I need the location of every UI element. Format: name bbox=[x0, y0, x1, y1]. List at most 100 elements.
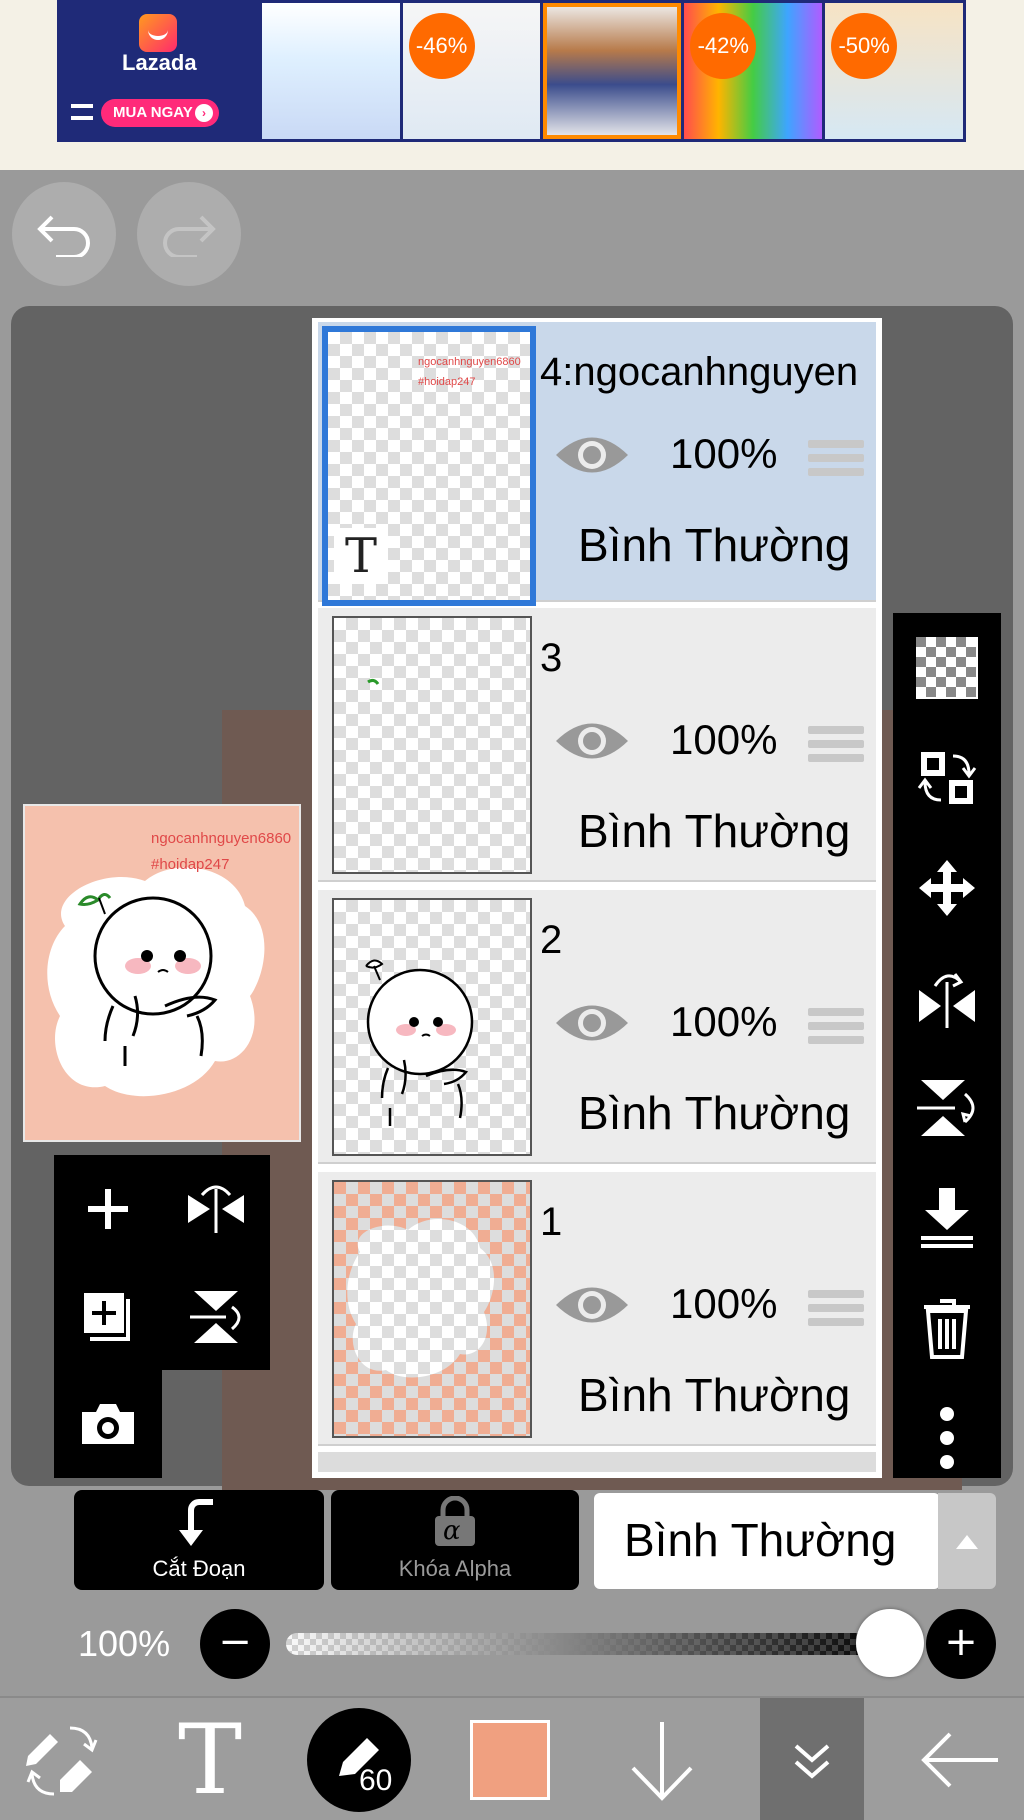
layer-opacity: 100% bbox=[670, 1280, 778, 1327]
flip-vertical-right-button[interactable] bbox=[893, 1053, 1001, 1163]
opacity-slider-knob[interactable] bbox=[856, 1609, 924, 1677]
camera-button[interactable] bbox=[54, 1370, 162, 1478]
camera-tool bbox=[54, 1370, 162, 1478]
current-color-swatch bbox=[470, 1720, 550, 1800]
undo-icon bbox=[37, 215, 90, 257]
layer-blend-mode: Bình Thường bbox=[578, 805, 851, 857]
layer-name: 1 bbox=[540, 1200, 563, 1244]
merge-down-button[interactable] bbox=[893, 1163, 1001, 1273]
more-options-button[interactable] bbox=[893, 1383, 1001, 1493]
text-tool-button[interactable]: T bbox=[160, 1698, 260, 1820]
layer-opacity: 100% bbox=[670, 998, 778, 1045]
layer-row[interactable]: 3 100% Bình Thường bbox=[318, 608, 876, 882]
chevron-right-icon: › bbox=[195, 104, 213, 122]
opacity-decrease-button[interactable]: − bbox=[200, 1609, 270, 1679]
discount-badge: -42% bbox=[690, 13, 757, 79]
drag-handle-icon[interactable] bbox=[808, 440, 864, 484]
ad-cta-label: MUA NGAY bbox=[113, 104, 193, 121]
visibility-eye-icon[interactable] bbox=[554, 718, 630, 764]
redo-icon bbox=[163, 215, 216, 257]
flip-horizontal-right-button[interactable] bbox=[893, 943, 1001, 1053]
alpha-lock-button[interactable]: α Khóa Alpha bbox=[331, 1490, 579, 1590]
lazada-logo[interactable]: Lazada MUA NGAY › bbox=[57, 0, 262, 142]
drag-handle-icon[interactable] bbox=[808, 1290, 864, 1334]
visibility-eye-icon[interactable] bbox=[554, 432, 630, 478]
ad-product-tile[interactable]: -46% bbox=[402, 3, 541, 139]
character-sketch bbox=[365, 959, 474, 1126]
flip-vertical-icon bbox=[917, 1080, 975, 1136]
move-icon bbox=[919, 860, 975, 916]
blend-mode-value: Bình Thường bbox=[624, 1514, 897, 1566]
merge-down-icon bbox=[921, 1188, 973, 1248]
watermark-hashtag: #hoidap247 bbox=[151, 856, 230, 873]
visibility-eye-icon[interactable] bbox=[554, 1000, 630, 1046]
ad-product-tile[interactable] bbox=[543, 3, 682, 139]
drag-handle-icon[interactable] bbox=[808, 1008, 864, 1052]
layer-thumbnail[interactable] bbox=[332, 898, 532, 1156]
brush-size: 60 bbox=[359, 1764, 393, 1797]
layer-blend-mode: Bình Thường bbox=[578, 519, 851, 571]
layer-thumb-text: ngocanhnguyen6860 bbox=[418, 356, 521, 368]
blend-mode-select[interactable]: Bình Thường bbox=[594, 1493, 940, 1589]
ad-product-tile[interactable]: -50% bbox=[825, 3, 963, 139]
visibility-eye-icon[interactable] bbox=[554, 1282, 630, 1328]
opacity-label: 100% bbox=[78, 1623, 171, 1664]
layer-tools-left bbox=[54, 1155, 270, 1370]
layer-row[interactable]: 2 100% Bình Thường bbox=[318, 890, 876, 1164]
plus-icon bbox=[88, 1189, 128, 1229]
canvas-preview[interactable]: ngocanhnguyen6860 #hoidap247 bbox=[23, 804, 301, 1142]
alpha-lock-label: Khóa Alpha bbox=[398, 1556, 512, 1581]
duplicate-icon bbox=[84, 1293, 130, 1341]
flip-horizontal-icon bbox=[188, 1185, 244, 1233]
transparent-fill-button[interactable] bbox=[893, 613, 1001, 723]
clipping-label: Cắt Đoạn bbox=[152, 1556, 246, 1581]
duplicate-layer-button[interactable] bbox=[54, 1263, 162, 1371]
layer-row[interactable]: ngocanhnguyen6860 #hoidap247 T 4:ngocanh… bbox=[318, 322, 876, 606]
opacity-slider-checker bbox=[286, 1633, 890, 1655]
layer-down-button[interactable] bbox=[612, 1698, 712, 1820]
opacity-increase-button[interactable]: + bbox=[926, 1609, 996, 1679]
arrow-down-icon bbox=[631, 1722, 693, 1801]
lazada-brand: Lazada bbox=[122, 50, 197, 75]
layer-blend-mode: Bình Thường bbox=[578, 1087, 851, 1139]
ad-banner[interactable]: Lazada MUA NGAY › -46% -42% -50% bbox=[57, 0, 966, 142]
arrow-left-icon bbox=[921, 1732, 998, 1788]
blend-mode-dropdown-button[interactable] bbox=[938, 1493, 996, 1589]
alpha-glyph: α bbox=[443, 1516, 461, 1546]
undo-button[interactable] bbox=[12, 182, 116, 286]
layer-thumbnail[interactable] bbox=[332, 616, 532, 874]
layer-name: 3 bbox=[540, 636, 563, 680]
back-button[interactable] bbox=[910, 1698, 1010, 1820]
ad-product-tile[interactable]: -42% bbox=[684, 3, 823, 139]
layer-thumbnail[interactable]: ngocanhnguyen6860 #hoidap247 T bbox=[322, 326, 536, 606]
delete-layer-button[interactable] bbox=[893, 1273, 1001, 1383]
clipping-button[interactable]: Cắt Đoạn bbox=[74, 1490, 324, 1590]
layers-menu-button[interactable] bbox=[760, 1698, 864, 1820]
tool-switch-button[interactable] bbox=[12, 1698, 112, 1820]
color-button[interactable] bbox=[460, 1698, 560, 1820]
layer-opacity: 100% bbox=[670, 716, 778, 763]
camera-icon bbox=[82, 1404, 134, 1444]
history-toolbar bbox=[0, 170, 1024, 300]
flip-horizontal-button[interactable] bbox=[162, 1155, 270, 1263]
trash-icon bbox=[924, 1299, 970, 1359]
add-layer-button[interactable] bbox=[54, 1155, 162, 1263]
swap-layer-button[interactable] bbox=[893, 723, 1001, 833]
discount-badge: -50% bbox=[831, 13, 898, 79]
text-layer-icon: T bbox=[334, 528, 388, 584]
drag-handle-icon[interactable] bbox=[808, 726, 864, 770]
flip-vertical-icon bbox=[190, 1291, 241, 1343]
menu-icon bbox=[71, 104, 93, 120]
layer-row[interactable]: 1 100% Bình Thường bbox=[318, 1172, 876, 1446]
ad-cta-button[interactable]: MUA NGAY › bbox=[101, 99, 219, 127]
redo-button[interactable] bbox=[137, 182, 241, 286]
ad-product-tile[interactable] bbox=[261, 3, 400, 139]
brush-button[interactable]: 60 bbox=[304, 1698, 414, 1820]
layer-name: 2 bbox=[540, 918, 563, 962]
layers-panel: ngocanhnguyen6860 #hoidap247 T 4:ngocanh… bbox=[312, 318, 882, 1478]
move-button[interactable] bbox=[893, 833, 1001, 943]
watermark-text: ngocanhnguyen6860 bbox=[151, 830, 292, 847]
flip-vertical-button[interactable] bbox=[162, 1263, 270, 1371]
layer-thumbnail[interactable] bbox=[332, 1180, 532, 1438]
clip-arrow-icon bbox=[179, 1499, 213, 1546]
